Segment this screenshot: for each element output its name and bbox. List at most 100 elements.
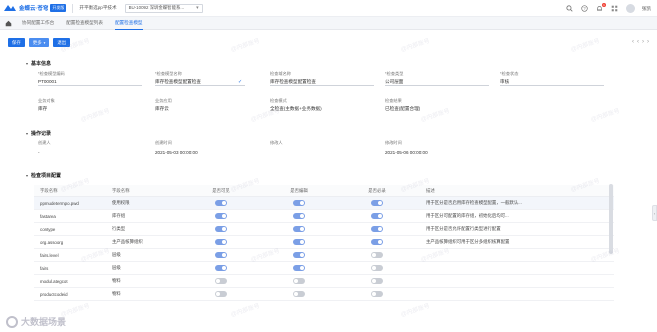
visible-toggle[interactable]: [215, 213, 227, 219]
table-row[interactable]: fairs.level 层级: [34, 249, 614, 262]
model-code-input[interactable]: PT00001: [38, 78, 142, 86]
prev-icon[interactable]: ‹: [637, 39, 639, 45]
field-label: *检查类型: [385, 71, 404, 76]
org-selector[interactable]: BU-10092 深圳金蝶智能系... ▾: [124, 3, 203, 13]
watermark-text: @内部账号: [230, 303, 261, 319]
required-toggle[interactable]: [371, 213, 383, 219]
record-nav: ‹ ‹ › ›: [632, 39, 649, 45]
required-toggle[interactable]: [371, 278, 383, 284]
field-label: 业务应用: [155, 98, 172, 103]
visible-toggle[interactable]: [215, 278, 227, 284]
tab-workbench[interactable]: 协同配置工作台: [16, 17, 60, 30]
editable-toggle[interactable]: [293, 278, 305, 284]
field-label: *检查状态: [500, 71, 519, 76]
field-value: 库存云: [155, 106, 169, 111]
visible-cell: [182, 200, 260, 206]
visible-toggle[interactable]: [215, 291, 227, 297]
table-row[interactable]: org.assoorg 主产品核算组织 主产品核算组织可用于区分多组织核算配置: [34, 236, 614, 249]
editable-cell: [260, 265, 338, 271]
field-label: *检查模型编码: [38, 71, 65, 76]
editable-toggle[interactable]: [293, 252, 305, 258]
home-icon[interactable]: [0, 20, 16, 27]
user-name[interactable]: 张凯: [642, 6, 651, 12]
required-toggle[interactable]: [371, 265, 383, 271]
domain-name-input[interactable]: 库存检查模型配置检查: [270, 78, 374, 86]
table-row[interactable]: contype 行类型 用于区分是否允许配置行类型进行配置: [34, 223, 614, 236]
editable-toggle[interactable]: [293, 239, 305, 245]
table-scrollbar[interactable]: [609, 184, 613, 254]
brand-ring-icon: [6, 315, 18, 328]
field-label: 修改人: [270, 140, 283, 145]
tab-model-list[interactable]: 配置检查模型列表: [60, 17, 109, 30]
field-name-cell: 行类型: [112, 226, 126, 231]
required-cell: [338, 291, 416, 297]
section-record[interactable]: ▾ 操作记录: [26, 130, 51, 137]
save-button[interactable]: 保存: [8, 38, 25, 47]
field-value: 2021-05-06 00:00:00: [385, 150, 428, 155]
table-row[interactable]: productcodeid 物料: [34, 288, 614, 301]
top-nav-link[interactable]: 开平衡选pp平技术: [79, 5, 116, 11]
required-toggle[interactable]: [371, 252, 383, 258]
visible-cell: [182, 213, 260, 219]
table-row[interactable]: modul.ategcot 物料: [34, 275, 614, 288]
editable-toggle[interactable]: [293, 213, 305, 219]
required-toggle[interactable]: [371, 200, 383, 206]
watermark-text: @内部账号: [420, 108, 451, 124]
first-icon[interactable]: ‹: [632, 39, 634, 45]
page-tabs: 协同配置工作台 配置检查模型列表 配置检查模型: [0, 17, 657, 30]
required-toggle[interactable]: [371, 226, 383, 232]
table-row[interactable]: fairs 层级: [34, 262, 614, 275]
brand-watermark: 大数据场景: [6, 315, 66, 328]
visible-toggle[interactable]: [215, 265, 227, 271]
section-config[interactable]: ▾ 检查项目配置: [26, 172, 61, 179]
field-code-cell: ppmudetermpo.pwd: [40, 200, 79, 206]
editable-cell: [260, 226, 338, 232]
more-button[interactable]: 更多 ▾: [28, 38, 50, 47]
check-icon: ✓: [238, 79, 243, 85]
field-label: 业务对象: [38, 98, 55, 103]
model-name-input[interactable]: 库存检查模型配置检查: [155, 78, 245, 86]
required-toggle[interactable]: [371, 239, 383, 245]
field-label: 检查模式: [270, 98, 287, 103]
watermark-text: @内部账号: [400, 38, 431, 54]
check-status-select[interactable]: 审核: [500, 78, 604, 86]
tab-model[interactable]: 配置检查模型: [109, 17, 149, 30]
config-table: 字段名称 字段名称 是否可见 是否编辑 是否必录 描述 ppmudetermpo…: [34, 185, 614, 301]
table-row[interactable]: ppmudetermpo.pwd 使用权限 用于区分是否启用库存检查模型配置，一般默…: [34, 197, 614, 210]
visible-toggle[interactable]: [215, 226, 227, 232]
required-toggle[interactable]: [371, 291, 383, 297]
watermark-text: @内部账号: [250, 108, 281, 124]
last-icon[interactable]: ›: [647, 39, 649, 45]
check-type-select[interactable]: 公司层面: [385, 78, 489, 86]
help-icon[interactable]: ?: [581, 5, 589, 13]
next-icon[interactable]: ›: [642, 39, 644, 45]
table-body: ppmudetermpo.pwd 使用权限 用于区分是否启用库存检查模型配置，一般默…: [34, 197, 614, 301]
avatar[interactable]: [625, 4, 635, 13]
editable-cell: [260, 291, 338, 297]
editable-toggle[interactable]: [293, 265, 305, 271]
field-name-cell: 物料: [112, 291, 121, 296]
logo-mark-icon: [4, 5, 16, 11]
watermark-text: @内部账号: [230, 38, 261, 54]
field-code-cell: org.assoorg: [40, 239, 64, 245]
editable-cell: [260, 239, 338, 245]
visible-toggle[interactable]: [215, 239, 227, 245]
logo[interactable]: 金蝶云·苍穹 开发版: [3, 3, 67, 13]
visible-toggle[interactable]: [215, 200, 227, 206]
visible-toggle[interactable]: [215, 252, 227, 258]
visible-cell: [182, 252, 260, 258]
watermark-text: @内部账号: [570, 38, 601, 54]
notification-badge: 1: [602, 2, 606, 7]
editable-toggle[interactable]: [293, 226, 305, 232]
editable-toggle[interactable]: [293, 200, 305, 206]
section-basic[interactable]: ▾ 基本信息: [26, 60, 51, 67]
bell-icon[interactable]: 1: [596, 2, 606, 13]
field-name-cell: 使用权限: [112, 200, 130, 205]
column-header: 是否可见: [212, 187, 230, 193]
editable-toggle[interactable]: [293, 291, 305, 297]
table-row[interactable]: fastarea 库存组 用于区分可配置的库存组，初始化后均可...: [34, 210, 614, 223]
search-icon[interactable]: [566, 5, 574, 13]
side-panel-toggle[interactable]: ‹: [652, 205, 657, 221]
column-header: 是否编辑: [290, 187, 308, 193]
apps-icon[interactable]: [611, 5, 619, 13]
